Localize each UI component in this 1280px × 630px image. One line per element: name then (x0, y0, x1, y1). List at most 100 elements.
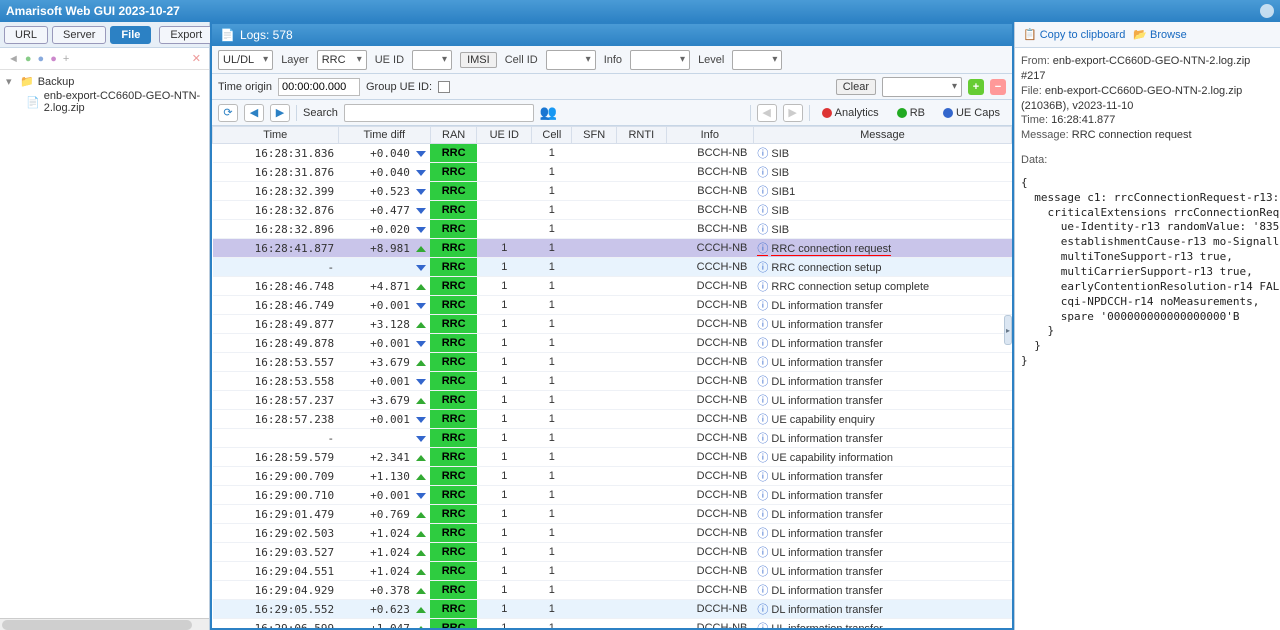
close-icon[interactable]: ✕ (192, 52, 201, 65)
cell-sfn (572, 220, 617, 239)
cell-message: ⓘUE capability enquiry (753, 410, 1011, 429)
uldl-combo[interactable]: UL/DL (218, 50, 273, 70)
cell-ran: RRC (430, 524, 476, 543)
analytics-button[interactable]: Analytics (816, 106, 885, 120)
cell-cell: 1 (532, 619, 572, 629)
table-row[interactable]: 16:29:01.479+0.769 RRC11DCCH-NBⓘDL infor… (213, 505, 1012, 524)
cell-cell: 1 (532, 448, 572, 467)
table-row[interactable]: 16:28:32.896+0.020 RRC1BCCH-NBⓘSIB (213, 220, 1012, 239)
rb-button[interactable]: RB (891, 106, 931, 120)
caret-icon[interactable]: ▾ (6, 75, 16, 88)
search-input[interactable] (344, 104, 534, 122)
table-row[interactable]: 16:28:31.876+0.040 RRC1BCCH-NBⓘSIB (213, 163, 1012, 182)
separator (296, 105, 297, 121)
col-message[interactable]: Message (753, 127, 1011, 144)
table-row[interactable]: 16:29:06.599+1.047 RRC11DCCH-NBⓘUL infor… (213, 619, 1012, 629)
log-table-wrap[interactable]: TimeTime diffRANUE IDCellSFNRNTIInfoMess… (212, 126, 1012, 628)
col-ue-id[interactable]: UE ID (477, 127, 532, 144)
cellid-combo[interactable] (546, 50, 596, 70)
tree-file[interactable]: 📄 enb-export-CC660D-GEO-NTN-2.log.zip (6, 89, 203, 115)
circle-blue-icon[interactable]: ● (38, 53, 45, 65)
time-origin-input[interactable] (278, 78, 360, 96)
table-row[interactable]: 16:28:59.579+2.341 RRC11DCCH-NBⓘUE capab… (213, 448, 1012, 467)
clear-button[interactable]: Clear (836, 79, 876, 95)
table-row[interactable]: 16:29:03.527+1.024 RRC11DCCH-NBⓘUL infor… (213, 543, 1012, 562)
layer-combo[interactable]: RRC (317, 50, 367, 70)
table-row[interactable]: 16:28:49.878+0.001 RRC11DCCH-NBⓘDL infor… (213, 334, 1012, 353)
table-row[interactable]: 16:28:31.836+0.040 RRC1BCCH-NBⓘSIB (213, 144, 1012, 163)
col-time[interactable]: Time (213, 127, 339, 144)
cell-info: BCCH-NB (666, 163, 753, 182)
plus-icon[interactable]: + (63, 53, 69, 65)
uecaps-button[interactable]: UE Caps (937, 106, 1006, 120)
info-combo[interactable] (630, 50, 690, 70)
copy-clipboard-button[interactable]: 📋Copy to clipboard (1023, 28, 1125, 41)
cell-info: DCCH-NB (666, 619, 753, 629)
cell-sfn (572, 277, 617, 296)
col-rnti[interactable]: RNTI (616, 127, 666, 144)
table-row[interactable]: 16:28:57.237+3.679 RRC11DCCH-NBⓘUL infor… (213, 391, 1012, 410)
remove-filter-button[interactable]: − (990, 79, 1006, 95)
table-row[interactable]: 16:29:00.709+1.130 RRC11DCCH-NBⓘUL infor… (213, 467, 1012, 486)
table-row[interactable]: 16:28:53.558+0.001 RRC11DCCH-NBⓘDL infor… (213, 372, 1012, 391)
cell-cell: 1 (532, 410, 572, 429)
prev-button[interactable]: ◀ (244, 104, 264, 122)
table-row[interactable]: 16:29:05.552+0.623 RRC11DCCH-NBⓘDL infor… (213, 600, 1012, 619)
refresh-button[interactable]: ⟳ (218, 104, 238, 122)
cell-time: 16:28:49.878 (213, 334, 339, 353)
search-label: Search (303, 107, 338, 119)
table-row[interactable]: 16:29:00.710+0.001 RRC11DCCH-NBⓘDL infor… (213, 486, 1012, 505)
arrow-left-icon[interactable]: ◄ (8, 53, 19, 65)
col-ran[interactable]: RAN (430, 127, 476, 144)
col-info[interactable]: Info (666, 127, 753, 144)
table-row[interactable]: 16:28:41.877+8.981 RRC11CCCH-NBⓘRRC conn… (213, 239, 1012, 258)
tab-server[interactable]: Server (52, 26, 106, 44)
table-row[interactable]: - RRC11DCCH-NBⓘDL information transfer (213, 429, 1012, 448)
logs-tab[interactable]: 📄 Logs: 578 (212, 24, 1012, 46)
flow-icon[interactable]: 👥 (540, 104, 557, 121)
cell-diff: +0.040 (338, 144, 430, 163)
table-row[interactable]: 16:28:49.877+3.128 RRC11DCCH-NBⓘUL infor… (213, 315, 1012, 334)
cell-message: ⓘSIB1 (753, 182, 1011, 201)
cell-diff: +0.378 (338, 581, 430, 600)
col-time-diff[interactable]: Time diff (338, 127, 430, 144)
table-row[interactable]: 16:29:02.503+1.024 RRC11DCCH-NBⓘDL infor… (213, 524, 1012, 543)
circle-green-icon[interactable]: ● (25, 53, 32, 65)
nav-left-button[interactable]: ◀ (757, 104, 777, 122)
table-row[interactable]: 16:28:32.399+0.523 RRC1BCCH-NBⓘSIB1 (213, 182, 1012, 201)
cell-sfn (572, 163, 617, 182)
cell-time: 16:29:04.929 (213, 581, 339, 600)
group-ueid-checkbox[interactable] (438, 81, 450, 93)
collapse-icon[interactable] (1260, 4, 1274, 18)
col-sfn[interactable]: SFN (572, 127, 617, 144)
level-combo[interactable] (732, 50, 782, 70)
tab-file[interactable]: File (110, 26, 151, 44)
ueid-combo[interactable] (412, 50, 452, 70)
tree-folder-backup[interactable]: ▾ 📁 Backup (6, 74, 203, 89)
add-filter-button[interactable]: + (968, 79, 984, 95)
imsi-button[interactable]: IMSI (460, 52, 497, 68)
panel-grip-icon[interactable]: ▸ (1004, 315, 1012, 345)
cell-ueid: 1 (477, 239, 532, 258)
hscrollbar[interactable] (0, 618, 209, 630)
table-row[interactable]: 16:28:53.557+3.679 RRC11DCCH-NBⓘUL infor… (213, 353, 1012, 372)
cell-time: 16:29:04.551 (213, 562, 339, 581)
table-row[interactable]: 16:28:32.876+0.477 RRC1BCCH-NBⓘSIB (213, 201, 1012, 220)
table-row[interactable]: 16:28:46.749+0.001 RRC11DCCH-NBⓘDL infor… (213, 296, 1012, 315)
cell-cell: 1 (532, 505, 572, 524)
col-cell[interactable]: Cell (532, 127, 572, 144)
cell-message: ⓘSIB (753, 220, 1011, 239)
file-value: enb-export-CC660D-GEO-NTN-2.log.zip (210… (1021, 85, 1242, 112)
nav-right-button[interactable]: ▶ (783, 104, 803, 122)
filter-preset-combo[interactable] (882, 77, 962, 97)
browse-button[interactable]: 📂Browse (1133, 28, 1186, 41)
export-button[interactable]: Export (159, 26, 213, 44)
table-row[interactable]: - RRC11CCCH-NBⓘRRC connection setup (213, 258, 1012, 277)
tab-url[interactable]: URL (4, 26, 48, 44)
next-button[interactable]: ▶ (270, 104, 290, 122)
circle-yellow-icon[interactable]: ● (50, 53, 57, 65)
table-row[interactable]: 16:29:04.551+1.024 RRC11DCCH-NBⓘUL infor… (213, 562, 1012, 581)
table-row[interactable]: 16:29:04.929+0.378 RRC11DCCH-NBⓘDL infor… (213, 581, 1012, 600)
table-row[interactable]: 16:28:57.238+0.001 RRC11DCCH-NBⓘUE capab… (213, 410, 1012, 429)
table-row[interactable]: 16:28:46.748+4.871 RRC11DCCH-NBⓘRRC conn… (213, 277, 1012, 296)
